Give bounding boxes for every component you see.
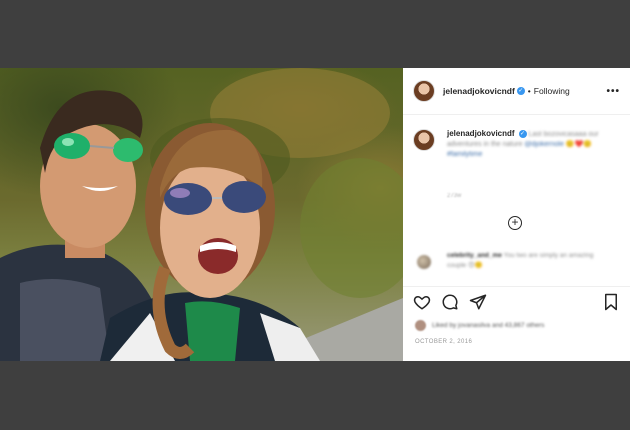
load-more-comments-icon[interactable]: + — [508, 216, 522, 230]
share-icon[interactable] — [469, 293, 487, 311]
comment-row: celebrity_and_me You two are simply an a… — [417, 251, 607, 271]
selfie-illustration — [0, 68, 403, 361]
action-bar: Liked by jovanasilva and 43,867 others O… — [403, 286, 630, 361]
comment-icon[interactable] — [441, 293, 459, 311]
more-options-icon[interactable]: ••• — [606, 86, 620, 97]
caption-emoji: 🙂❤️🙂 — [565, 141, 592, 148]
caption-avatar[interactable] — [413, 129, 435, 151]
author-username[interactable]: jelenadjokovicndf — [443, 86, 515, 96]
comment-username[interactable]: celebrity_and_me — [447, 252, 502, 259]
caption-verified-icon: ✓ — [518, 130, 527, 139]
likes-count[interactable]: Liked by jovanasilva and 43,867 others — [432, 322, 544, 329]
caption-text: jelenadjokovicndf ✓ Last bozovicasaaa ou… — [447, 129, 612, 160]
comment-text: celebrity_and_me You two are simply an a… — [447, 251, 607, 271]
author-avatar[interactable] — [413, 80, 435, 102]
post-sidebar: jelenadjokovicndf ✓ • Following ••• jele… — [403, 68, 630, 361]
following-button[interactable]: Following — [534, 86, 570, 96]
verified-badge-icon: ✓ — [516, 87, 525, 95]
caption-username[interactable]: jelenadjokovicndf — [447, 129, 515, 138]
heart-icon[interactable] — [413, 293, 431, 311]
caption-row: jelenadjokovicndf ✓ Last bozovicasaaa ou… — [413, 129, 612, 160]
separator-dot: • — [527, 86, 531, 96]
likes-row[interactable]: Liked by jovanasilva and 43,867 others — [415, 320, 544, 331]
liker-avatar — [415, 320, 426, 331]
post-date: OCTOBER 2, 2016 — [415, 339, 473, 345]
caption-hashtag[interactable]: #familytime — [447, 151, 482, 158]
caption-mention[interactable]: @djokernole — [524, 141, 563, 148]
commenter-avatar[interactable] — [417, 255, 431, 269]
caption-timestamp: 273w — [447, 193, 462, 199]
post-photo[interactable] — [0, 68, 403, 361]
post-header: jelenadjokovicndf ✓ • Following ••• — [403, 68, 630, 115]
bookmark-icon[interactable] — [603, 293, 619, 311]
comments-section: jelenadjokovicndf ✓ Last bozovicasaaa ou… — [403, 115, 630, 285]
